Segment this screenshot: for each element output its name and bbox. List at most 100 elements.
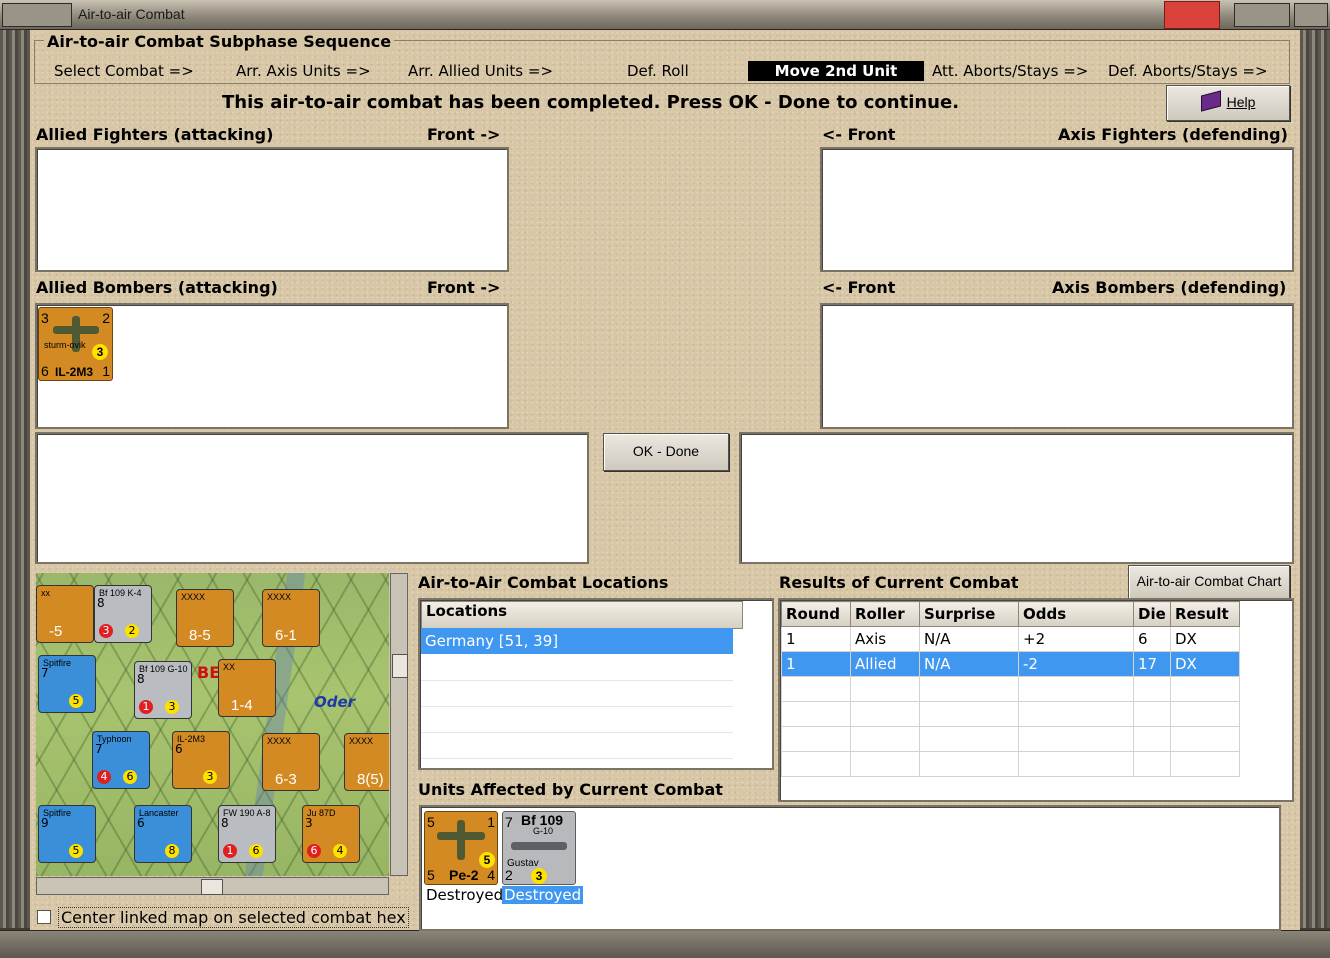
map-counter-value: 6 xyxy=(175,742,183,756)
air-combat-chart-button[interactable]: Air-to-air Combat Chart xyxy=(1128,565,1290,599)
map-counter[interactable]: Ju 87D 3 6 4 xyxy=(302,805,360,863)
map-counter[interactable]: xx -5 xyxy=(36,585,94,643)
center-map-checkbox[interactable] xyxy=(37,910,51,924)
map-counter[interactable]: IL-2M3 6 3 xyxy=(172,731,230,789)
col-surprise[interactable]: Surprise xyxy=(919,601,1019,627)
map-counter-type: XXXX xyxy=(267,592,292,602)
allied-fighters-front: Front -> xyxy=(427,125,501,144)
cell: DX xyxy=(1170,651,1240,677)
counter-top-left: 7 xyxy=(505,814,513,830)
map-counter-strength: 1-4 xyxy=(231,697,253,714)
table-row-selected[interactable]: 1 Allied N/A -2 17 DX xyxy=(781,651,1240,677)
allied-fighters-box[interactable] xyxy=(35,147,509,272)
map-hscroll-thumb[interactable] xyxy=(201,879,223,895)
map-counter-yellow-badge: 5 xyxy=(69,844,83,858)
axis-bombers-front: <- Front xyxy=(822,278,896,297)
results-table: Round Roller Surprise Odds Die Result 1 … xyxy=(781,601,1240,777)
map-counter-value: 9 xyxy=(41,816,49,830)
col-die[interactable]: Die xyxy=(1133,601,1171,627)
help-label: Help xyxy=(1226,94,1256,110)
map-counter[interactable]: FW 190 A-8 8 1 6 xyxy=(218,805,276,863)
minimize-icon[interactable] xyxy=(1234,3,1290,27)
step-arr-allied-units: Arr. Allied Units => xyxy=(408,62,554,80)
col-round[interactable]: Round xyxy=(781,601,851,627)
map-counter-value: 7 xyxy=(41,666,49,680)
map-counter-value: 8 xyxy=(137,672,145,686)
locations-title: Air-to-Air Combat Locations xyxy=(418,573,669,592)
map-counter[interactable]: XX 1-4 xyxy=(218,659,276,717)
locations-list[interactable]: Locations Germany [51, 39] xyxy=(418,598,774,770)
cell: -2 xyxy=(1018,651,1134,677)
map-counter-type: xx xyxy=(41,588,50,598)
affected-title: Units Affected by Current Combat xyxy=(418,780,723,799)
col-roller[interactable]: Roller xyxy=(850,601,920,627)
map-vscroll-thumb[interactable] xyxy=(392,654,408,678)
map-counter-value: 3 xyxy=(305,816,313,830)
il2m3-counter[interactable]: 3 2 sturm-ovik 3 6 IL-2M3 1 xyxy=(38,307,113,381)
map-counter-type: Bf 109 G-10 xyxy=(139,664,188,674)
location-row[interactable]: Germany [51, 39] xyxy=(421,628,733,654)
cell: DX xyxy=(1170,626,1240,652)
map-counter[interactable]: Lancaster 6 8 xyxy=(134,805,192,863)
counter-badge: 3 xyxy=(92,344,108,360)
map-counter[interactable]: Bf 109 K-4 8 3 2 xyxy=(94,585,152,643)
maximize-icon[interactable] xyxy=(1294,3,1328,27)
col-odds[interactable]: Odds xyxy=(1018,601,1134,627)
cell: N/A xyxy=(919,626,1019,652)
map-counter-yellow-badge: 2 xyxy=(125,624,139,638)
map-counter-strength: 8-5 xyxy=(189,627,211,644)
axis-message-box xyxy=(739,432,1294,564)
map-counter-value: 8 xyxy=(221,816,229,830)
sequence-title: Air-to-air Combat Subphase Sequence xyxy=(44,32,395,51)
map-counter-yellow-badge: 6 xyxy=(249,844,263,858)
allied-fighters-title: Allied Fighters (attacking) xyxy=(36,125,274,144)
window-titlebar[interactable]: Air-to-air Combat xyxy=(0,0,1330,30)
map-counter[interactable]: Spitfire 9 5 xyxy=(38,805,96,863)
cell: 1 xyxy=(781,651,851,677)
locations-header[interactable]: Locations xyxy=(421,601,743,629)
river-label: Oder xyxy=(314,693,356,711)
affected-units-box[interactable]: 5 1 5 5 Pe-2 4 Destroyed 7 Bf 109 G-10 G… xyxy=(419,805,1281,931)
map-counter-yellow-badge: 4 xyxy=(333,844,347,858)
map-horizontal-scrollbar[interactable] xyxy=(36,877,389,895)
left-border xyxy=(0,30,30,928)
map-counter[interactable]: Bf 109 G-10 8 1 3 xyxy=(134,661,192,719)
axis-fighters-box[interactable] xyxy=(820,147,1294,272)
results-title: Results of Current Combat xyxy=(779,573,1019,592)
pe2-counter[interactable]: 5 1 5 5 Pe-2 4 xyxy=(424,811,498,885)
allied-bombers-title: Allied Bombers (attacking) xyxy=(36,278,278,297)
step-att-aborts: Att. Aborts/Stays => xyxy=(932,62,1089,80)
map-counter[interactable]: XXXX 8-5 xyxy=(176,589,234,647)
map-vertical-scrollbar[interactable] xyxy=(390,573,408,876)
counter-top-left: 3 xyxy=(41,310,49,326)
table-row[interactable]: 1 Axis N/A +2 6 DX xyxy=(781,626,1240,652)
center-map-label[interactable]: Center linked map on selected combat hex xyxy=(58,907,409,928)
map-counter[interactable]: XXXX 8(5) xyxy=(344,733,389,791)
ok-done-button[interactable]: OK - Done xyxy=(603,433,729,471)
axis-bombers-box[interactable] xyxy=(820,303,1294,429)
map-counter-red-badge: 6 xyxy=(307,844,321,858)
map-counter[interactable]: XXXX 6-1 xyxy=(262,589,320,647)
bf109-counter[interactable]: 7 Bf 109 G-10 Gustav 3 2 xyxy=(502,811,576,885)
help-book-icon xyxy=(1200,90,1221,112)
right-border xyxy=(1300,30,1330,928)
counter-subtitle: sturm-ovik xyxy=(44,340,86,350)
help-button[interactable]: Help xyxy=(1166,85,1290,121)
map-counter[interactable]: Typhoon 7 4 6 xyxy=(92,731,150,789)
counter-name: IL-2M3 xyxy=(55,365,94,379)
col-result[interactable]: Result xyxy=(1170,601,1240,627)
close-button[interactable] xyxy=(1164,1,1220,29)
window-menu-icon[interactable] xyxy=(2,3,72,27)
map-counter-red-badge: 1 xyxy=(223,844,237,858)
table-row xyxy=(781,751,1240,777)
counter-bottom-right: 4 xyxy=(487,867,495,883)
counter-name: Pe-2 xyxy=(449,867,479,883)
step-select-combat: Select Combat => xyxy=(54,62,194,80)
map-counter[interactable]: XXXX 6-3 xyxy=(262,733,320,791)
linked-map[interactable]: Oder BE xx -5 Bf 109 K-4 8 3 2 XXXX 8-5 XXXX 6-1 S… xyxy=(36,573,389,876)
map-counter-value: 8 xyxy=(97,596,105,610)
map-counter-yellow-badge: 3 xyxy=(203,770,217,784)
map-counter[interactable]: Spitfire 7 5 xyxy=(38,655,96,713)
results-table-box[interactable]: Round Roller Surprise Odds Die Result 1 … xyxy=(778,598,1294,802)
map-counter-value: 7 xyxy=(95,742,103,756)
